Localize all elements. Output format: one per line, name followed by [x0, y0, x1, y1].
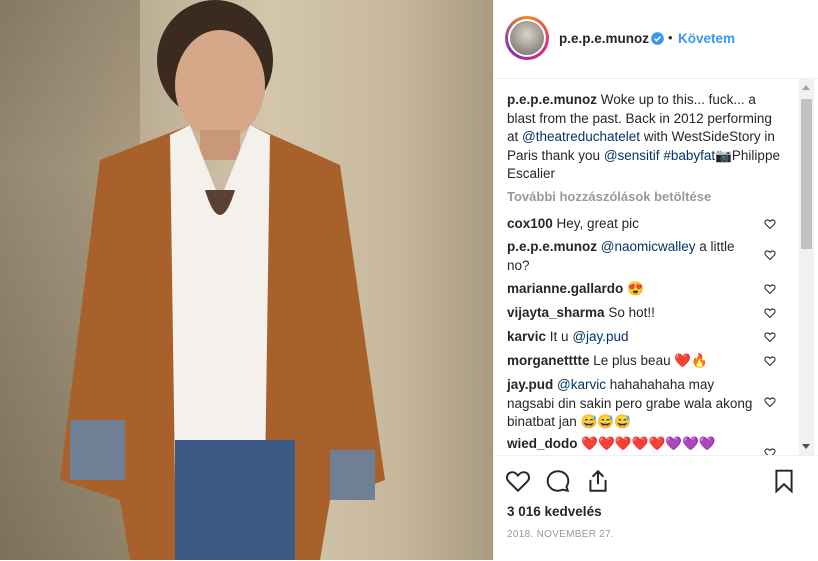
mention-link[interactable]: @theatreduchatelet	[522, 129, 640, 144]
comment-item: karvic It u @jay.pud	[507, 329, 629, 344]
comment-item: vijayta_sharma So hot!!	[507, 305, 655, 320]
share-icon[interactable]	[585, 468, 611, 494]
camera-emoji: 📷	[715, 147, 732, 163]
heart-icon[interactable]	[764, 249, 776, 261]
follow-button[interactable]: Követem	[678, 31, 735, 46]
avatar-image	[510, 21, 544, 55]
heart-icon[interactable]	[764, 447, 776, 455]
comment-username[interactable]: wied_dodo	[507, 436, 578, 451]
comment-icon[interactable]	[545, 468, 571, 494]
avatar[interactable]	[505, 16, 549, 60]
scroll-up-arrow-icon[interactable]	[802, 85, 810, 90]
heart-icon[interactable]	[764, 307, 776, 319]
mention-link[interactable]: @naomicwalley	[601, 239, 696, 254]
scroll-down-arrow-icon[interactable]	[802, 444, 810, 449]
comments-list[interactable]: p.e.p.e.munoz Woke up to this... fuck...…	[494, 79, 818, 455]
comment-item: wied_dodo ❤️❤️❤️❤️❤️💜💜💜	[507, 436, 716, 451]
comment-item: p.e.p.e.munoz @naomicwalley a little no?	[507, 239, 735, 273]
comment-username[interactable]: cox100	[507, 216, 553, 231]
verified-badge-icon	[651, 32, 664, 45]
heart-icon[interactable]	[764, 396, 776, 408]
mention-link[interactable]: @sensitif	[604, 148, 660, 163]
comment-item: cox100 Hey, great pic	[507, 216, 639, 231]
comment-username[interactable]: morganetttte	[507, 353, 590, 368]
header-username[interactable]: p.e.p.e.munoz	[559, 31, 649, 46]
mention-link[interactable]: @jay.pud	[572, 329, 628, 344]
mention-link[interactable]: @karvic	[557, 377, 606, 392]
heart-icon[interactable]	[764, 331, 776, 343]
heart-icon[interactable]	[764, 283, 776, 295]
photo-person-illustration	[60, 0, 385, 560]
comment-item: marianne.gallardo 😍	[507, 281, 644, 296]
post-caption: p.e.p.e.munoz Woke up to this... fuck...…	[507, 92, 780, 181]
post-actions: 3 016 kedvelés 2018. NOVEMBER 27.	[494, 455, 818, 561]
scroll-thumb[interactable]	[801, 99, 812, 249]
hashtag-link[interactable]: #babyfat	[663, 148, 715, 163]
comment-item: jay.pud @karvic hahahahaha may nagsabi d…	[507, 377, 753, 429]
comments-scrollbar[interactable]	[799, 79, 814, 455]
caption-username[interactable]: p.e.p.e.munoz	[507, 92, 597, 107]
post-side-panel: p.e.p.e.munoz • Követem p.e.p.e.munoz Wo…	[493, 0, 818, 560]
heart-icon[interactable]	[764, 218, 776, 230]
load-more-comments-button[interactable]: További hozzászólások betöltése	[507, 189, 711, 204]
post-date[interactable]: 2018. NOVEMBER 27.	[507, 529, 614, 540]
heart-icon[interactable]	[764, 355, 776, 367]
separator-dot: •	[668, 30, 673, 45]
comment-username[interactable]: jay.pud	[507, 377, 553, 392]
comment-username[interactable]: karvic	[507, 329, 546, 344]
heart-icon[interactable]	[505, 468, 531, 494]
post-photo[interactable]	[0, 0, 493, 560]
post-header: p.e.p.e.munoz • Követem	[494, 0, 818, 79]
comment-username[interactable]: marianne.gallardo	[507, 281, 623, 296]
comment-username[interactable]: p.e.p.e.munoz	[507, 239, 597, 254]
comment-username[interactable]: vijayta_sharma	[507, 305, 605, 320]
bookmark-icon[interactable]	[771, 468, 797, 494]
likes-count[interactable]: 3 016 kedvelés	[507, 504, 602, 519]
comment-item: morganetttte Le plus beau ❤️🔥	[507, 353, 708, 368]
